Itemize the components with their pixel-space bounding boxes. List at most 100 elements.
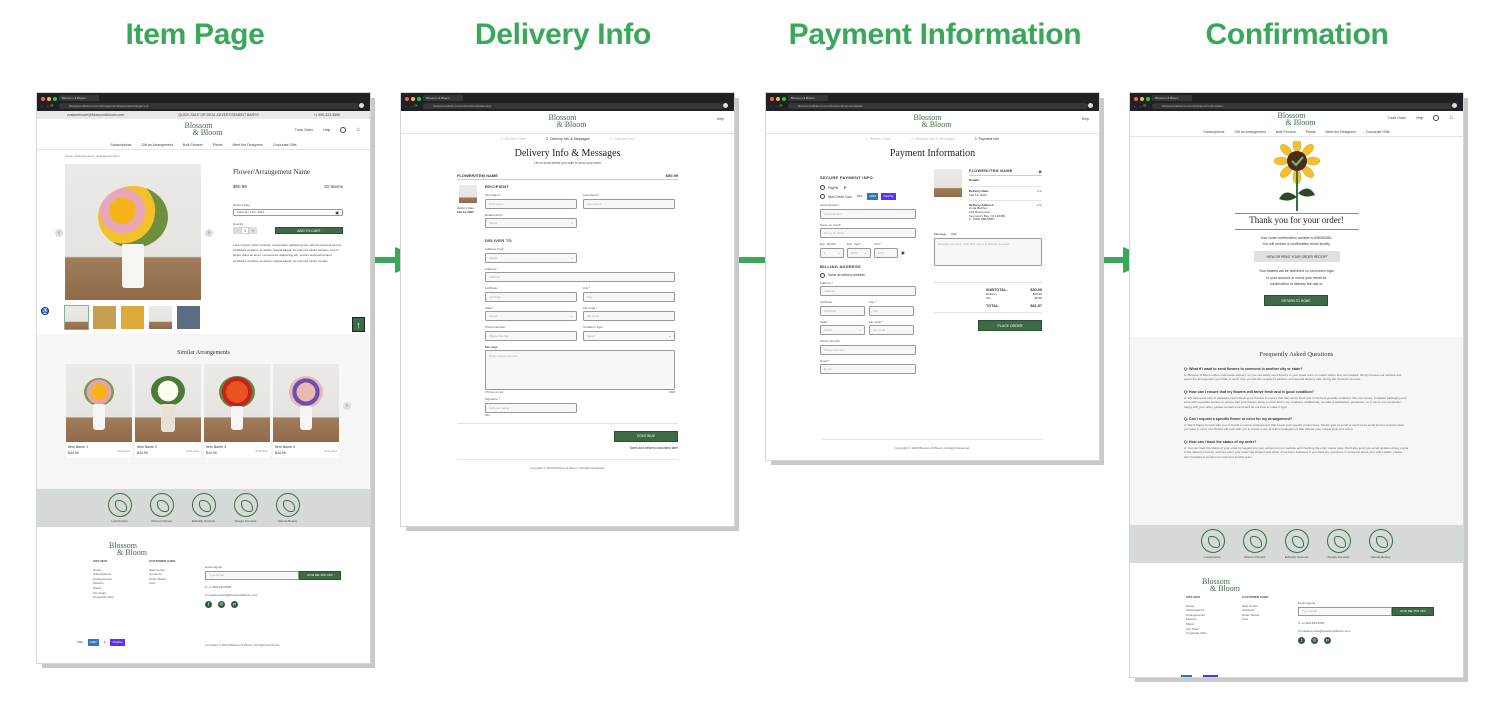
same-as-delivery-option[interactable]: Same as delivery address: [820, 272, 916, 278]
breadcrumb[interactable]: home / arrangements / arrangement item: [37, 150, 370, 162]
pinterest-icon[interactable]: P: [1324, 636, 1331, 644]
address-input[interactable]: Address: [485, 272, 675, 282]
scroll-to-top-button[interactable]: ↑: [352, 317, 365, 332]
footer-phone[interactable]: +1 999-333-5555: [1301, 621, 1324, 625]
help-link[interactable]: Help: [1082, 117, 1089, 121]
occasion-select[interactable]: Select ⌄: [583, 330, 675, 341]
exp-year-select[interactable]: 2023 ⌄: [847, 247, 871, 258]
url-bar[interactable]: blossomandbloom.com/arrangements/selecte…: [59, 103, 359, 109]
cvv-help-icon[interactable]: ▣: [901, 250, 905, 255]
similar-item-card[interactable]: Item Name 3 $44.99 20-24 stems: [204, 364, 270, 458]
email-signup-input[interactable]: Type Email: [205, 570, 299, 580]
thumbnail[interactable]: [149, 306, 172, 329]
nav-designers[interactable]: Meet the Designers: [1326, 130, 1356, 134]
track-order-link[interactable]: Track Order: [1388, 116, 1407, 120]
quantity-stepper[interactable]: - 1 +: [233, 227, 257, 234]
facebook-icon[interactable]: f: [1298, 636, 1305, 644]
browser-tab[interactable]: Blossom & Bloom: [423, 95, 463, 101]
name-on-card-input[interactable]: Name on Card: [820, 228, 916, 238]
next-image-button[interactable]: ›: [205, 229, 213, 237]
quantity-value[interactable]: 1: [241, 227, 249, 234]
profile-avatar[interactable]: [1452, 103, 1457, 108]
footer-email[interactable]: customercare@blossom&bloom.com: [208, 593, 257, 597]
signature-input[interactable]: Add your name: [485, 402, 577, 413]
footer-link[interactable]: Cart: [149, 581, 175, 586]
credit-card-option[interactable]: New Credit Card VISA AMEX ShopPay: [820, 193, 916, 200]
prev-image-button[interactable]: ‹: [55, 229, 63, 237]
billing-address-input[interactable]: Address: [820, 286, 916, 296]
nav-subscriptions[interactable]: Subscriptions: [110, 143, 131, 147]
message-textarea[interactable]: Write a personal note: [485, 350, 675, 390]
delivery-date-picker[interactable]: February 14th, 2023 ▣: [233, 208, 343, 216]
url-bar[interactable]: blossomandbloom.com/checkout/paymentdeta…: [788, 103, 1088, 109]
view-receipt-button[interactable]: VIEW OR PRINT YOUR ORDER RECEIPT: [1254, 251, 1340, 262]
address-type-select[interactable]: Select ⌄: [485, 252, 577, 263]
help-link[interactable]: Help: [717, 117, 724, 121]
signup-submit-button[interactable]: GIVE ME 15% OFF: [299, 570, 341, 580]
facebook-icon[interactable]: f: [205, 600, 212, 608]
edit-delivery-date-link[interactable]: Edit: [1037, 189, 1042, 193]
apt-input[interactable]: Apt/Suite: [485, 291, 577, 302]
instagram-icon[interactable]: ◎: [218, 600, 225, 608]
phone-input[interactable]: Phone Number: [485, 330, 577, 341]
similar-item-card[interactable]: Item Name 1 $44.99 20-24 stems: [66, 364, 132, 458]
footer-logo[interactable]: Blossom & Bloom: [1202, 578, 1240, 592]
help-link[interactable]: Help: [323, 128, 330, 132]
footer-email[interactable]: customercare@blossom&bloom.com: [1301, 629, 1350, 633]
brand-logo[interactable]: Blossom & Bloom: [548, 114, 586, 128]
edit-address-link[interactable]: Edit: [1037, 203, 1042, 207]
profile-avatar[interactable]: [359, 103, 364, 108]
last-name-input[interactable]: Last Name: [583, 198, 675, 209]
nav-subscriptions[interactable]: Subscriptions: [1203, 130, 1224, 134]
nav-gift[interactable]: Gift an Arrangement: [141, 143, 172, 147]
billing-apt-input[interactable]: Apt/Suite: [820, 305, 865, 316]
nav-gift[interactable]: Gift an Arrangement: [1234, 130, 1265, 134]
pinterest-icon[interactable]: P: [231, 600, 238, 608]
first-name-input[interactable]: First Name: [485, 198, 577, 209]
accessibility-icon[interactable]: ♿: [41, 307, 49, 315]
billing-phone-input[interactable]: Phone Number: [820, 344, 916, 355]
thumbnail[interactable]: [121, 306, 144, 329]
card-number-input[interactable]: Card Number: [820, 208, 916, 219]
edit-message-link[interactable]: Edit: [951, 232, 956, 236]
step-review[interactable]: 1. Review Order: [866, 137, 891, 141]
zip-input[interactable]: Zip Code: [583, 311, 675, 321]
step-review[interactable]: 1. Review Order: [501, 137, 526, 141]
browser-nav-buttons[interactable]: ← → ⟳: [40, 103, 54, 109]
footer-link[interactable]: Corporate Gifts: [93, 595, 113, 600]
carousel-next-button[interactable]: ›: [343, 402, 351, 410]
promo-email[interactable]: customercare@blossom&bloom.com: [67, 113, 124, 117]
instagram-icon[interactable]: ◎: [1311, 636, 1318, 644]
footer-logo[interactable]: Blossom & Bloom: [109, 542, 147, 556]
cvv-input[interactable]: CVV: [874, 247, 898, 258]
billing-email-input[interactable]: Email: [820, 364, 916, 374]
url-bar[interactable]: blossomandbloom.com/checkout/confirmatio…: [1152, 103, 1452, 109]
cart-icon[interactable]: ⌂: [356, 127, 360, 133]
browser-tab[interactable]: Blossom & Bloom: [59, 95, 99, 101]
state-select[interactable]: Select ⌄: [485, 311, 577, 321]
exp-month-select[interactable]: 1 ⌄: [820, 247, 844, 258]
continue-button[interactable]: CONTINUE: [614, 430, 678, 442]
signup-submit-button[interactable]: GIVE ME 15% OFF: [1392, 606, 1434, 616]
city-input[interactable]: City: [583, 291, 675, 302]
similar-item-card[interactable]: Item Name 4 $44.99 20-24 stems: [273, 364, 339, 458]
track-order-link[interactable]: Track Order: [295, 128, 314, 132]
brand-logo[interactable]: Blossom & Bloom: [1277, 112, 1315, 126]
account-icon[interactable]: [340, 127, 347, 133]
account-icon[interactable]: [1433, 115, 1440, 121]
thumbnail[interactable]: [93, 306, 116, 329]
profile-avatar[interactable]: [723, 103, 728, 108]
billing-zip-input[interactable]: Zip Code: [869, 325, 914, 335]
return-home-button[interactable]: RETURN TO HOME: [1264, 295, 1328, 306]
nav-bulk[interactable]: Bulk Flowers: [183, 143, 203, 147]
nav-plants[interactable]: Plants: [1306, 130, 1316, 134]
quantity-minus[interactable]: -: [233, 227, 241, 234]
browser-tab[interactable]: Blossom & Bloom: [1152, 95, 1192, 101]
brand-logo[interactable]: Blossom & Bloom: [913, 114, 951, 128]
thumbnail[interactable]: [64, 305, 89, 330]
billing-state-select[interactable]: Select ⌄: [820, 325, 865, 335]
nav-designers[interactable]: Meet the Designers: [233, 143, 263, 147]
browser-tab[interactable]: Blossom & Bloom: [788, 95, 828, 101]
similar-item-card[interactable]: Item Name 2 $44.99 20-24 stems: [135, 364, 201, 458]
nav-bulk[interactable]: Bulk Flowers: [1276, 130, 1296, 134]
